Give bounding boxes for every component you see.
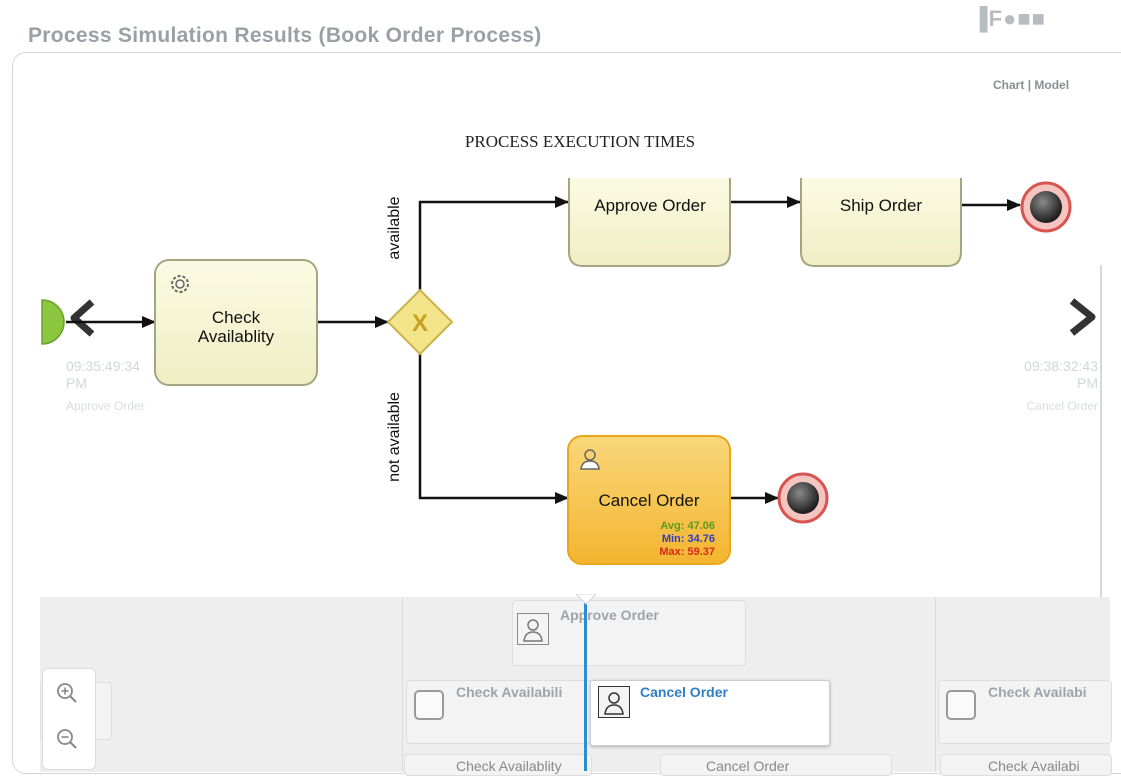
exclusive-gateway-icon[interactable]: X	[386, 288, 454, 356]
stat-min: Min: 34.76	[661, 533, 715, 545]
sequence-flow	[418, 348, 569, 504]
process-diagram: X	[41, 178, 1096, 565]
sequence-flow	[418, 196, 569, 296]
stat-avg: Avg: 47.06	[660, 520, 715, 532]
start-event-icon[interactable]	[41, 299, 65, 345]
task-ship-order[interactable]	[800, 178, 962, 267]
task-ship-order-label: Ship Order	[839, 196, 923, 215]
svg-text:X: X	[412, 310, 428, 337]
path-label-available: available	[386, 196, 403, 260]
task-approve-order[interactable]	[568, 178, 731, 267]
chevron-left-icon[interactable]	[70, 299, 95, 337]
task-check-availability-label: Check Availablity	[155, 308, 317, 346]
end-event-icon[interactable]	[1020, 181, 1072, 233]
chevron-right-icon[interactable]	[1069, 298, 1096, 336]
path-label-not-available: not available	[386, 392, 403, 482]
task-cancel-order-label: Cancel Order	[598, 491, 700, 510]
stat-max: Max: 59.37	[659, 546, 715, 558]
task-label-text: Check Availablity	[197, 308, 275, 346]
end-event-icon[interactable]	[777, 472, 829, 524]
cancel-stats: Avg: 47.06 Min: 34.76 Max: 59.37	[603, 520, 715, 559]
task-approve-order-label: Approve Order	[594, 196, 706, 215]
